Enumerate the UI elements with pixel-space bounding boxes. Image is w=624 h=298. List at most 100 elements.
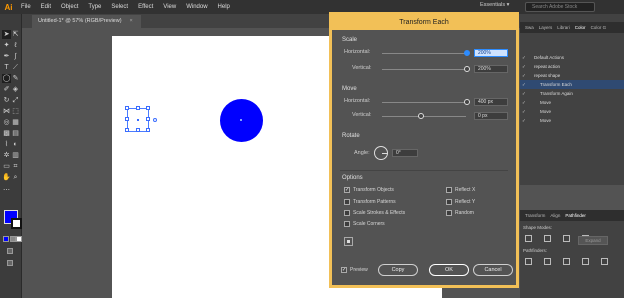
width-tool-icon[interactable]: ⋈ <box>2 107 11 116</box>
slice-tool-icon[interactable]: ⌗ <box>11 162 20 171</box>
scale-corners-checkbox[interactable] <box>344 221 350 227</box>
intersect-icon[interactable] <box>563 235 570 242</box>
stock-search-input[interactable]: Search Adobe Stock <box>525 2 595 12</box>
reference-point-icon[interactable] <box>344 237 353 246</box>
transform-objects-checkbox[interactable]: ✓ <box>344 187 350 193</box>
angle-input[interactable]: 0° <box>392 149 418 157</box>
gradient-tool-icon[interactable]: ▤ <box>11 129 20 138</box>
hand-tool-icon[interactable]: ✋ <box>2 173 11 182</box>
merge-icon[interactable] <box>563 258 570 265</box>
menu-effect[interactable]: Effect <box>138 4 153 10</box>
expand-button[interactable]: Expand <box>578 236 608 245</box>
scale-vertical-slider[interactable] <box>382 69 466 70</box>
divide-icon[interactable] <box>525 258 532 265</box>
tab-swatches[interactable]: Swa <box>525 25 534 30</box>
tab-transform[interactable]: Transform <box>525 213 545 218</box>
bbox-handle-top-right[interactable] <box>146 106 150 110</box>
screen-mode-icon[interactable] <box>7 260 13 266</box>
bbox-handle-top-left[interactable] <box>125 106 129 110</box>
bbox-handle-bottom-left[interactable] <box>125 128 129 132</box>
toggle-icon[interactable]: ✓ <box>522 80 526 89</box>
tab-color[interactable]: Color <box>575 25 586 30</box>
reflect-x-checkbox[interactable] <box>446 187 452 193</box>
selection-tool-icon[interactable]: ➤ <box>2 30 11 39</box>
action-set[interactable]: ✓ repeat action <box>520 62 624 71</box>
action-item[interactable]: ✓ Move <box>520 116 624 125</box>
toggle-icon[interactable]: ✓ <box>522 53 526 62</box>
menu-view[interactable]: View <box>163 4 176 10</box>
reflect-y-checkbox[interactable] <box>446 199 452 205</box>
lasso-tool-icon[interactable]: ℓ <box>11 41 20 50</box>
cancel-button[interactable]: Cancel <box>473 264 513 276</box>
toggle-icon[interactable]: ✓ <box>522 62 526 71</box>
menu-help[interactable]: Help <box>218 4 230 10</box>
tab-align[interactable]: Align <box>550 213 560 218</box>
scale-vertical-knob[interactable] <box>464 66 470 72</box>
artboard-tool-icon[interactable]: ▭ <box>2 162 11 171</box>
crop-icon[interactable] <box>582 258 589 265</box>
unite-icon[interactable] <box>525 235 532 242</box>
scale-horizontal-knob[interactable] <box>464 50 470 56</box>
perspective-grid-tool-icon[interactable]: ▦ <box>11 118 20 127</box>
color-mode-icon[interactable] <box>3 236 9 242</box>
curvature-tool-icon[interactable]: ∫ <box>11 52 20 61</box>
angle-dial-icon[interactable] <box>374 146 388 160</box>
column-graph-tool-icon[interactable]: ▥ <box>11 151 20 160</box>
menu-window[interactable]: Window <box>186 4 207 10</box>
bbox-handle-mid-left[interactable] <box>125 117 129 121</box>
bbox-handle-bottom-right[interactable] <box>146 128 150 132</box>
menu-file[interactable]: File <box>21 4 31 10</box>
menu-edit[interactable]: Edit <box>41 4 51 10</box>
paintbrush-tool-icon[interactable]: ✎ <box>11 74 20 83</box>
close-icon[interactable]: × <box>130 18 133 24</box>
shaper-tool-icon[interactable]: ✐ <box>2 85 11 94</box>
document-tab[interactable]: Untitled-1* @ 57% (RGB/Preview) × <box>32 15 141 28</box>
blend-tool-icon[interactable]: ◐ <box>11 140 20 149</box>
pen-tool-icon[interactable]: ✒ <box>2 52 11 61</box>
move-vertical-knob[interactable] <box>418 113 424 119</box>
free-transform-tool-icon[interactable]: ⬚ <box>11 107 20 116</box>
stroke-swatch[interactable] <box>11 218 22 229</box>
line-tool-icon[interactable]: ⟋ <box>11 63 20 72</box>
type-tool-icon[interactable]: T <box>2 63 11 72</box>
tab-layers[interactable]: Layers <box>539 25 553 30</box>
rotate-widget-icon[interactable] <box>153 118 157 122</box>
zoom-tool-icon[interactable]: ⌕ <box>11 173 20 182</box>
scale-tool-icon[interactable]: ⤢ <box>11 96 20 105</box>
toggle-icon[interactable]: ✓ <box>522 89 526 98</box>
toggle-icon[interactable]: ✓ <box>522 107 526 116</box>
move-vertical-input[interactable]: 0 px <box>474 112 508 120</box>
toggle-icon[interactable]: ✓ <box>522 98 526 107</box>
rotate-tool-icon[interactable]: ↻ <box>2 96 11 105</box>
tab-libraries[interactable]: Librari <box>557 25 570 30</box>
eraser-tool-icon[interactable]: ◈ <box>11 85 20 94</box>
none-mode-icon[interactable] <box>16 236 22 242</box>
preview-checkbox[interactable]: ✓ <box>341 267 347 273</box>
move-horizontal-slider[interactable] <box>382 102 466 103</box>
magic-wand-tool-icon[interactable]: ✦ <box>2 41 11 50</box>
menu-select[interactable]: Select <box>111 4 128 10</box>
transform-patterns-checkbox[interactable] <box>344 199 350 205</box>
trim-icon[interactable] <box>544 258 551 265</box>
action-item[interactable]: ✓ Move <box>520 107 624 116</box>
draw-mode-icon[interactable] <box>7 248 13 254</box>
bbox-handle-top-mid[interactable] <box>136 106 140 110</box>
ok-button[interactable]: OK <box>429 264 469 276</box>
copy-button[interactable]: Copy <box>378 264 418 276</box>
scale-horizontal-slider[interactable] <box>382 53 466 54</box>
tab-color-guide[interactable]: Color G <box>591 25 607 30</box>
minus-front-icon[interactable] <box>544 235 551 242</box>
shape-builder-tool-icon[interactable]: ◎ <box>2 118 11 127</box>
mesh-tool-icon[interactable]: ▩ <box>2 129 11 138</box>
tab-pathfinder[interactable]: Pathfinder <box>565 213 586 218</box>
edit-toolbar-icon[interactable]: ⋯ <box>2 186 11 195</box>
bbox-handle-bottom-mid[interactable] <box>136 128 140 132</box>
menu-object[interactable]: Object <box>61 4 78 10</box>
direct-selection-tool-icon[interactable]: ⇱ <box>11 30 20 39</box>
menu-type[interactable]: Type <box>88 4 101 10</box>
action-set[interactable]: ✓ repeat shape <box>520 71 624 80</box>
toggle-icon[interactable]: ✓ <box>522 116 526 125</box>
action-item[interactable]: ✓ Transform Each <box>520 80 624 89</box>
toggle-icon[interactable]: ✓ <box>522 71 526 80</box>
scale-vertical-input[interactable]: 200% <box>474 65 508 73</box>
